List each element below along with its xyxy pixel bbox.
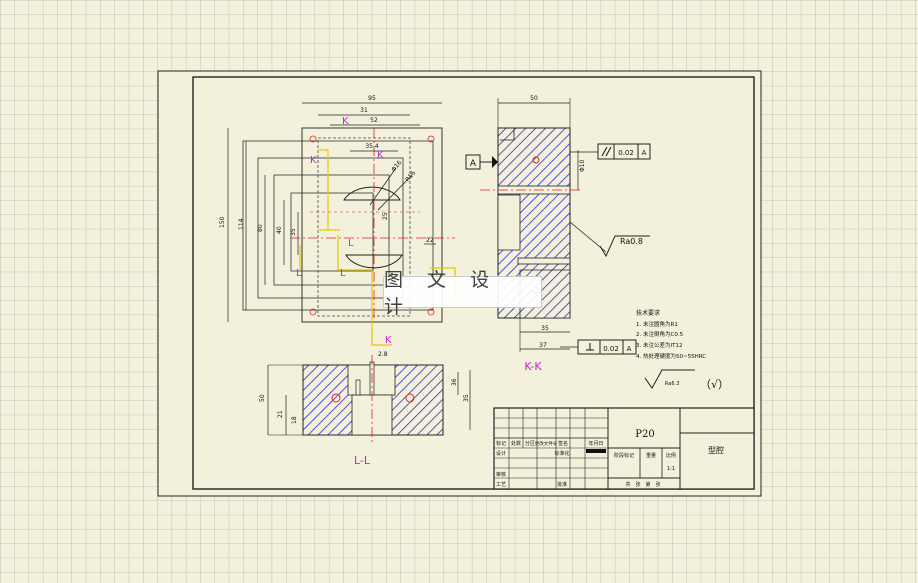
tb-sheet: 共 张 第 张 <box>625 481 660 488</box>
bottom-slot-a <box>355 379 361 396</box>
note-1: 1. 未注圆角为R1 <box>636 320 678 328</box>
tb-weight: 重量 <box>646 452 656 459</box>
dim-80: 80 <box>257 224 264 232</box>
dim-35: 35 <box>290 228 297 236</box>
label-k-mid: K <box>377 150 384 161</box>
tb-scale-value: 1:1 <box>667 466 675 472</box>
watermark-label: 图 文 设 计 <box>383 269 542 318</box>
section-label-ll: L-L <box>354 454 371 467</box>
tb-header-0: 标记 <box>496 440 506 447</box>
side-dim-37: 37 <box>539 342 547 349</box>
dim-31: 31 <box>360 107 368 114</box>
datum-a-label: A <box>470 159 477 169</box>
tb-scale: 比例 <box>666 452 676 459</box>
drawing-canvas: 95 31 52 35.4 Φ16 R16 150 114 80 40 35 2… <box>0 0 918 583</box>
tol-value-1: 0.02 <box>618 149 634 157</box>
dim-150: 150 <box>219 216 226 228</box>
notes-title: 技术要求 <box>636 309 660 317</box>
side-slot-2 <box>517 257 571 265</box>
tb-header-3: 更改文件号 <box>535 440 558 447</box>
side-dim-35: 35 <box>541 325 549 332</box>
part-name-label: 型腔 <box>708 445 724 455</box>
roughness-suffix: （√） <box>700 378 729 391</box>
label-k-bottom: K <box>385 335 392 346</box>
bottom-dim-36: 36 <box>451 378 458 386</box>
dim-35-4: 35.4 <box>365 143 379 150</box>
tb-header-1: 处数 <box>511 440 521 447</box>
tol-datum-1: A <box>642 149 647 157</box>
tol-value-2: 0.02 <box>603 345 619 353</box>
tol-datum-2: A <box>627 345 632 353</box>
bottom-dim-18: 18 <box>291 416 298 424</box>
note-3: 3. 未注公差为IT12 <box>636 341 682 349</box>
dim-52: 52 <box>370 117 378 124</box>
side-recess <box>497 194 521 251</box>
tb-black-bar <box>586 449 606 453</box>
tb-header-5: 年月日 <box>588 440 603 447</box>
note-2: 2. 未注倒角为C0.5 <box>636 330 684 338</box>
bottom-dim-35: 35 <box>463 394 470 402</box>
bottom-dim-50: 50 <box>259 394 266 402</box>
roughness-value: Ra6.3 <box>665 381 679 387</box>
label-k-top: K <box>342 116 349 127</box>
tb-design: 设计 <box>496 450 506 457</box>
label-l-2: L <box>296 268 302 279</box>
tb-header-4: 签名 <box>558 440 568 447</box>
label-k-left: K <box>310 155 317 166</box>
section-label-kk: K-K <box>524 360 542 373</box>
note-4: 4. 热处理硬度为50~55HRC <box>636 352 706 360</box>
tb-header-2: 分区 <box>525 440 535 447</box>
tb-standard: 标准化 <box>554 450 569 457</box>
bottom-dim-2-8: 2.8 <box>378 351 388 358</box>
side-dim-phi10: Φ10 <box>579 159 586 172</box>
label-l-3: L <box>340 268 346 279</box>
side-dim-50: 50 <box>530 95 538 102</box>
dim-25: 25 <box>382 212 389 220</box>
dim-95: 95 <box>368 95 376 102</box>
tb-review: 审核 <box>496 471 506 478</box>
dim-40: 40 <box>276 226 283 234</box>
dim-114: 114 <box>238 218 245 230</box>
tb-approve: 批准 <box>557 481 567 488</box>
bottom-dim-21: 21 <box>277 410 284 418</box>
dim-22: 22 <box>426 237 434 244</box>
tb-process: 工艺 <box>496 482 506 488</box>
label-l-1: L <box>348 238 354 249</box>
surface-finish-label: Ra0.8 <box>620 237 643 246</box>
material-label: P20 <box>635 429 654 440</box>
tb-stage: 阶段标记 <box>614 452 634 459</box>
